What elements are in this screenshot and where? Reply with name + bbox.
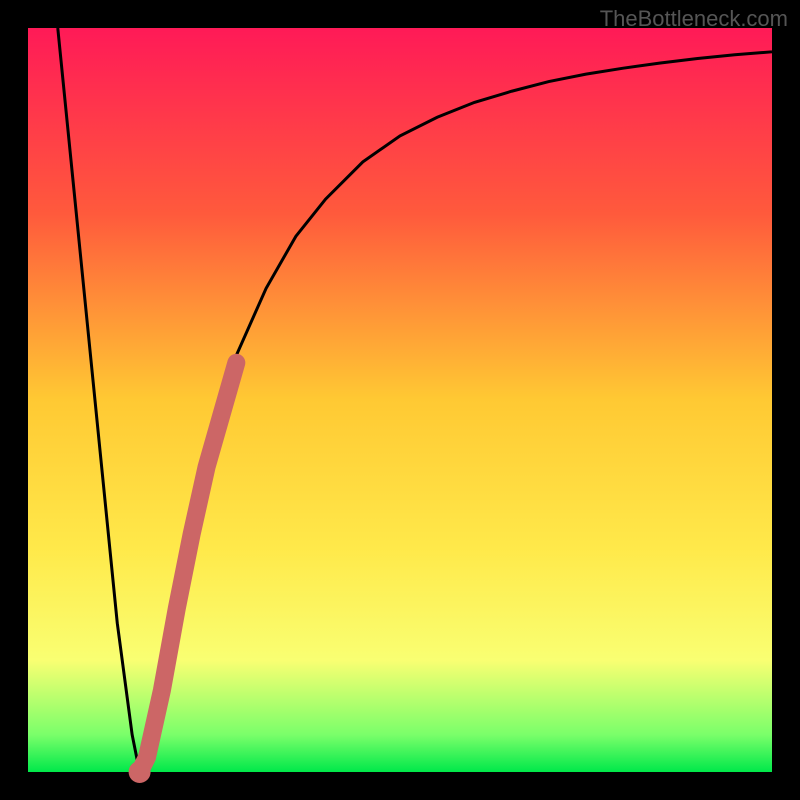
performance-chart	[0, 0, 800, 800]
minimum-point	[129, 761, 151, 783]
plot-background	[28, 28, 772, 772]
watermark-text: TheBottleneck.com	[600, 6, 788, 32]
chart-container: TheBottleneck.com	[0, 0, 800, 800]
